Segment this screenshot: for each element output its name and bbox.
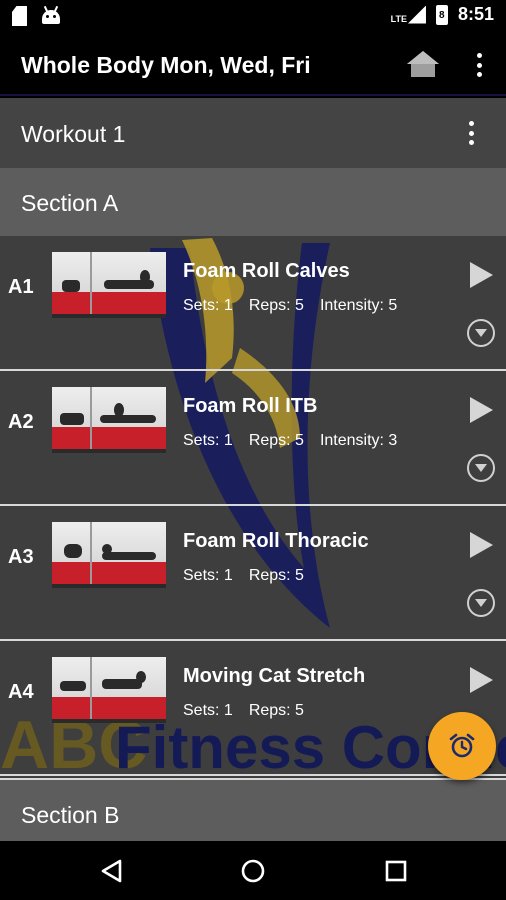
expand-chevron-icon[interactable] bbox=[467, 454, 495, 482]
exercise-reps: Reps: 5 bbox=[248, 432, 304, 449]
overflow-menu-icon[interactable] bbox=[474, 53, 484, 77]
section-title: Section A bbox=[21, 190, 119, 216]
section-title: Section B bbox=[21, 802, 120, 828]
alarm-fab-button[interactable] bbox=[428, 712, 496, 780]
exercise-sets: Sets: 1 bbox=[183, 297, 233, 314]
android-icon bbox=[41, 5, 61, 24]
workout-title: Workout 1 bbox=[21, 121, 126, 147]
workout-overflow-menu-icon[interactable] bbox=[466, 121, 476, 145]
expand-chevron-icon[interactable] bbox=[467, 319, 495, 347]
clock: 8:51 bbox=[457, 4, 494, 24]
app-bar: Whole Body Mon, Wed, Fri bbox=[0, 33, 506, 96]
exercise-sets: Sets: 1 bbox=[183, 432, 233, 449]
battery-icon: 8 bbox=[435, 4, 448, 25]
section-header-b[interactable]: Section B bbox=[0, 778, 506, 841]
play-icon[interactable] bbox=[470, 262, 493, 288]
exercise-code: A1 bbox=[8, 276, 34, 298]
exercise-name: Foam Roll Calves bbox=[183, 260, 350, 282]
exercise-thumbnail[interactable] bbox=[52, 252, 166, 314]
play-icon[interactable] bbox=[470, 397, 493, 423]
exercise-intensity: Intensity: 3 bbox=[319, 432, 398, 449]
battery-level: 8 bbox=[438, 9, 445, 21]
exercise-details: Sets: 1 Reps: 5 bbox=[183, 567, 304, 585]
signal-icon bbox=[407, 5, 426, 24]
app-title: Whole Body Mon, Wed, Fri bbox=[21, 52, 311, 78]
alarm-clock-icon bbox=[449, 733, 475, 758]
recents-icon[interactable] bbox=[380, 855, 412, 887]
back-icon[interactable] bbox=[96, 855, 128, 887]
exercise-details: Sets: 1 Reps: 5 Intensity: 5 bbox=[183, 297, 397, 315]
exercise-reps: Reps: 5 bbox=[248, 567, 304, 584]
exercise-thumbnail[interactable] bbox=[52, 657, 166, 719]
workout-list[interactable]: ABC Fitness Connection Workout 1 Section… bbox=[0, 98, 506, 841]
exercise-code: A2 bbox=[8, 411, 34, 433]
expand-chevron-icon[interactable] bbox=[467, 589, 495, 617]
sd-card-icon bbox=[12, 6, 27, 26]
system-nav-bar bbox=[0, 841, 506, 900]
workout-header[interactable]: Workout 1 bbox=[0, 98, 506, 168]
exercise-name: Moving Cat Stretch bbox=[183, 665, 366, 687]
exercise-code: A3 bbox=[8, 546, 34, 568]
exercise-row[interactable]: A1 Foam Roll Calves Sets: 1 Reps: 5 Inte… bbox=[0, 236, 506, 371]
exercise-sets: Sets: 1 bbox=[183, 567, 233, 584]
home-icon[interactable] bbox=[405, 49, 441, 79]
network-type-label: LTE bbox=[390, 13, 407, 24]
exercise-details: Sets: 1 Reps: 5 Intensity: 3 bbox=[183, 432, 397, 450]
exercise-reps: Reps: 5 bbox=[248, 297, 304, 314]
section-header-a[interactable]: Section A bbox=[0, 168, 506, 236]
exercise-thumbnail[interactable] bbox=[52, 387, 166, 449]
exercise-name: Foam Roll ITB bbox=[183, 395, 318, 417]
exercise-sets: Sets: 1 bbox=[183, 702, 233, 719]
exercise-reps: Reps: 5 bbox=[248, 702, 304, 719]
exercise-intensity: Intensity: 5 bbox=[319, 297, 398, 314]
exercise-code: A4 bbox=[8, 681, 34, 703]
exercise-details: Sets: 1 Reps: 5 bbox=[183, 702, 304, 720]
exercise-thumbnail[interactable] bbox=[52, 522, 166, 584]
play-icon[interactable] bbox=[470, 532, 493, 558]
exercise-name: Foam Roll Thoracic bbox=[183, 530, 369, 552]
status-bar: LTE 8 8:51 bbox=[0, 0, 506, 33]
exercise-row[interactable]: A3 Foam Roll Thoracic Sets: 1 Reps: 5 bbox=[0, 506, 506, 641]
exercise-row[interactable]: A2 Foam Roll ITB Sets: 1 Reps: 5 Intensi… bbox=[0, 371, 506, 506]
home-circle-icon[interactable] bbox=[237, 855, 269, 887]
play-icon[interactable] bbox=[470, 667, 493, 693]
